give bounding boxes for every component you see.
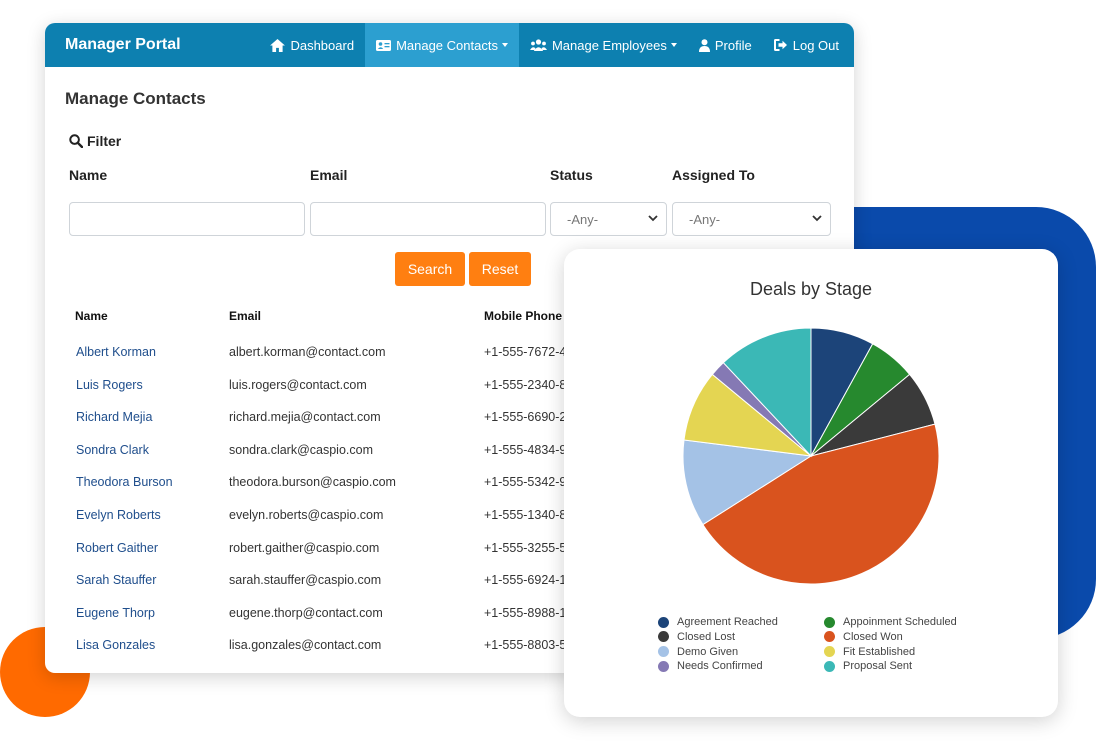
top-navbar: Manager Portal Dashboard Manage Contacts… bbox=[45, 23, 854, 67]
filter-title: Filter bbox=[87, 133, 122, 149]
legend-swatch bbox=[658, 631, 669, 643]
legend-label: Needs Confirmed bbox=[677, 660, 763, 673]
contact-name-link[interactable]: Luis Rogers bbox=[76, 378, 143, 392]
contact-mobile-phone: +1-555-8803-5 bbox=[484, 638, 567, 653]
legend-swatch bbox=[824, 631, 835, 643]
contact-mobile-phone: +1-555-8988-1 bbox=[484, 605, 567, 620]
contact-email: lisa.gonzales@contact.com bbox=[229, 638, 382, 653]
contact-card-icon bbox=[376, 39, 392, 51]
filter-heading: Filter bbox=[65, 133, 834, 149]
contact-mobile-phone: +1-555-2340-8 bbox=[484, 377, 567, 392]
legend-label: Closed Lost bbox=[677, 630, 736, 643]
legend-label: Demo Given bbox=[677, 645, 739, 658]
legend-item[interactable]: Agreement Reached bbox=[658, 616, 778, 628]
chevron-down-icon bbox=[648, 215, 658, 222]
column-header-email[interactable]: Email bbox=[229, 309, 261, 323]
contact-name-link[interactable]: Evelyn Roberts bbox=[76, 508, 161, 522]
contact-email: luis.rogers@contact.com bbox=[229, 377, 367, 392]
contact-email: eugene.thorp@contact.com bbox=[229, 605, 383, 620]
legend-label: Agreement Reached bbox=[677, 616, 778, 628]
chevron-down-icon bbox=[501, 43, 508, 47]
nav-profile[interactable]: Profile bbox=[688, 23, 763, 67]
nav-manage-contacts-label: Manage Contacts bbox=[396, 37, 498, 53]
assigned-to-select-value: -Any- bbox=[689, 211, 721, 227]
status-select[interactable]: -Any- bbox=[550, 202, 667, 236]
legend-swatch bbox=[658, 660, 669, 672]
deals-pie-chart bbox=[682, 327, 940, 585]
legend-swatch bbox=[824, 616, 835, 628]
chevron-down-icon bbox=[670, 43, 677, 47]
legend-label: Closed Won bbox=[843, 630, 903, 643]
contact-mobile-phone: +1-555-3255-5 bbox=[484, 540, 567, 555]
legend-swatch bbox=[824, 660, 835, 672]
legend-swatch bbox=[658, 646, 669, 658]
nav-dashboard[interactable]: Dashboard bbox=[259, 23, 365, 67]
page-title: Manage Contacts bbox=[65, 89, 206, 108]
reset-button[interactable]: Reset bbox=[469, 252, 531, 286]
contact-email: albert.korman@contact.com bbox=[229, 345, 386, 359]
email-input[interactable] bbox=[310, 202, 546, 236]
search-button[interactable]: Search bbox=[395, 252, 465, 286]
legend-item[interactable]: Appoinment Scheduled bbox=[824, 616, 957, 628]
main-nav: Dashboard Manage Contacts Manage Employe… bbox=[259, 23, 854, 67]
column-header-mobile-phone[interactable]: Mobile Phone bbox=[484, 309, 562, 323]
column-header-name[interactable]: Name bbox=[75, 309, 108, 323]
contact-email: sondra.clark@caspio.com bbox=[229, 442, 373, 457]
contact-email: sarah.stauffer@caspio.com bbox=[229, 573, 382, 588]
contact-email: evelyn.roberts@caspio.com bbox=[229, 507, 384, 522]
contact-mobile-phone: +1-555-6690-2 bbox=[484, 410, 567, 425]
nav-log-out-label: Log Out bbox=[792, 37, 839, 53]
filter-inputs: -Any- -Any- bbox=[65, 202, 834, 238]
legend-label: Appoinment Scheduled bbox=[843, 616, 957, 628]
contact-name-link[interactable]: Theodora Burson bbox=[76, 475, 173, 489]
contact-name-link[interactable]: Richard Mejia bbox=[76, 410, 152, 424]
filter-labels: Name Email Status Assigned To bbox=[65, 167, 834, 187]
contact-mobile-phone: +1-555-7672-4 bbox=[484, 345, 567, 359]
contact-name-link[interactable]: Sarah Stauffer bbox=[76, 573, 156, 587]
contact-mobile-phone: +1-555-5342-9 bbox=[484, 475, 567, 490]
contact-email: robert.gaither@caspio.com bbox=[229, 540, 380, 555]
assigned-to-select[interactable]: -Any- bbox=[672, 202, 831, 236]
nav-log-out[interactable]: Log Out bbox=[763, 23, 854, 67]
nav-manage-employees[interactable]: Manage Employees bbox=[519, 23, 688, 67]
legend-item[interactable]: Fit Established bbox=[824, 646, 915, 658]
contact-name-link[interactable]: Eugene Thorp bbox=[76, 606, 155, 620]
brand-title[interactable]: Manager Portal bbox=[45, 36, 259, 54]
chevron-down-icon bbox=[812, 215, 822, 222]
legend-swatch bbox=[658, 616, 669, 628]
search-icon bbox=[69, 134, 83, 148]
contact-name-link[interactable]: Lisa Gonzales bbox=[76, 638, 155, 652]
contact-email: theodora.burson@caspio.com bbox=[229, 475, 396, 490]
contact-name-link[interactable]: Albert Korman bbox=[76, 345, 156, 359]
legend-swatch bbox=[824, 646, 835, 658]
status-label: Status bbox=[550, 167, 593, 183]
legend-item[interactable]: Proposal Sent bbox=[824, 660, 912, 672]
name-input[interactable] bbox=[69, 202, 305, 236]
sign-out-icon bbox=[773, 39, 787, 51]
name-label: Name bbox=[69, 167, 108, 183]
user-icon bbox=[698, 38, 710, 52]
email-label: Email bbox=[310, 167, 348, 183]
contact-name-link[interactable]: Robert Gaither bbox=[76, 541, 158, 555]
nav-profile-label: Profile bbox=[714, 37, 752, 53]
legend-item[interactable]: Closed Lost bbox=[658, 631, 735, 643]
legend-label: Proposal Sent bbox=[843, 660, 913, 673]
contact-name-link[interactable]: Sondra Clark bbox=[76, 443, 149, 457]
legend-label: Fit Established bbox=[843, 645, 916, 658]
home-icon bbox=[270, 38, 286, 52]
status-select-value: -Any- bbox=[567, 211, 599, 227]
legend-item[interactable]: Demo Given bbox=[658, 646, 738, 658]
deals-chart-card: Deals by Stage Agreement Reached Appoinme… bbox=[564, 249, 1058, 717]
nav-manage-contacts[interactable]: Manage Contacts bbox=[365, 23, 519, 67]
contact-email: richard.mejia@contact.com bbox=[229, 410, 381, 425]
contact-mobile-phone: +1-555-6924-1 bbox=[484, 573, 567, 588]
nav-dashboard-label: Dashboard bbox=[290, 37, 355, 53]
assigned-to-label: Assigned To bbox=[672, 167, 755, 183]
contact-mobile-phone: +1-555-4834-9 bbox=[484, 442, 567, 457]
users-icon bbox=[529, 39, 547, 51]
contact-mobile-phone: +1-555-1340-8 bbox=[484, 507, 567, 522]
nav-manage-employees-label: Manage Employees bbox=[551, 37, 667, 53]
legend-item[interactable]: Closed Won bbox=[824, 631, 903, 643]
legend-item[interactable]: Needs Confirmed bbox=[658, 660, 763, 672]
